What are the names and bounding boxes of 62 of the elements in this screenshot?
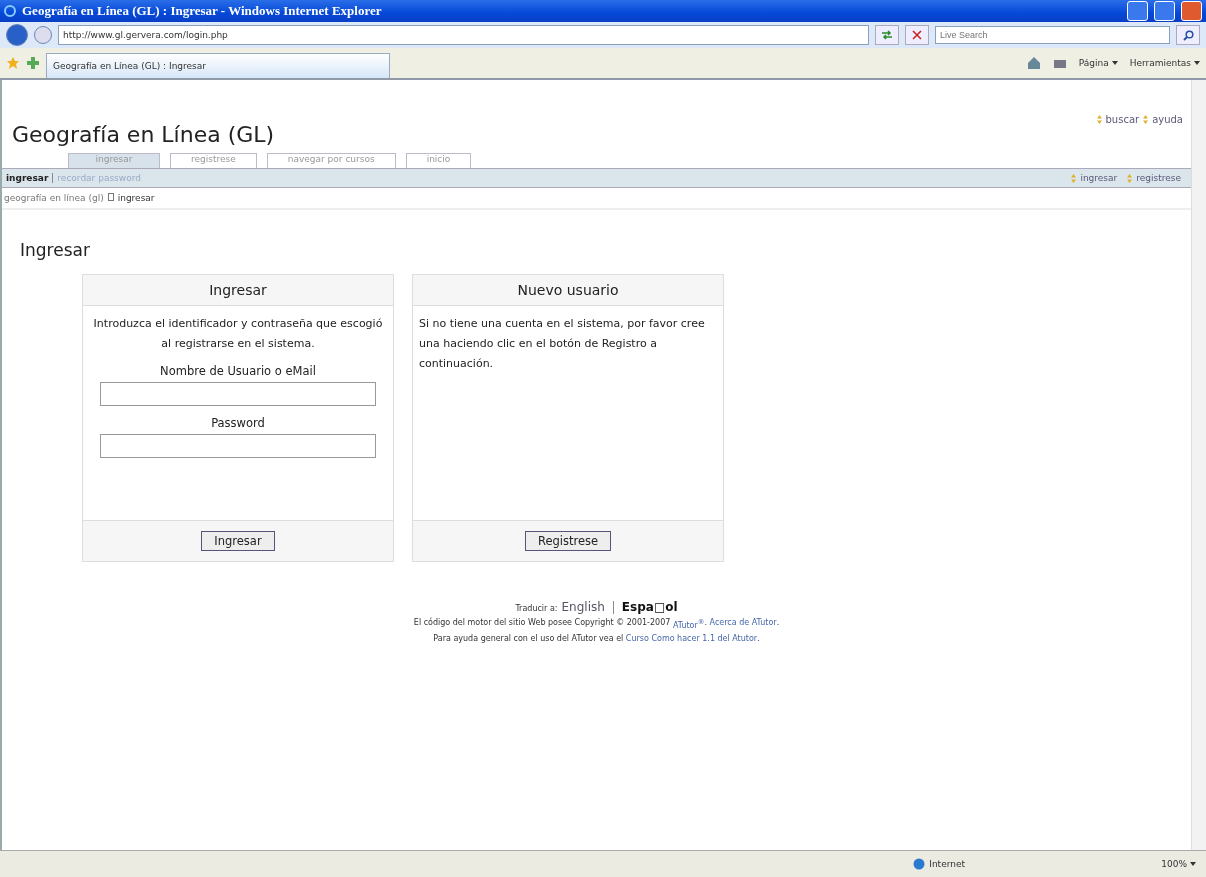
- caret-icon: [1111, 61, 1118, 65]
- language-link[interactable]: English: [561, 600, 605, 614]
- footer-text: .: [757, 633, 760, 643]
- subnav-link[interactable]: registrese: [1136, 173, 1181, 183]
- search-icon: [1182, 29, 1194, 41]
- separator-icon: [107, 193, 114, 201]
- arrow-icon: [1127, 173, 1133, 183]
- plus-icon[interactable]: [26, 56, 40, 70]
- globe-icon: [913, 858, 926, 870]
- breadcrumb-link[interactable]: geografía en línea (gl): [4, 193, 104, 203]
- login-instructions: Introduzca el identificador y contraseña que escogió al registrarse en el sistema.: [92, 316, 384, 352]
- arrow-icon: [1071, 173, 1077, 183]
- panel-title: Nuevo usuario: [413, 275, 723, 306]
- site-title: Geografía en Línea (GL): [12, 122, 275, 147]
- arrow-icon: [1143, 115, 1149, 124]
- login-button[interactable]: Ingresar: [201, 531, 275, 551]
- search-button[interactable]: [1176, 25, 1200, 45]
- subnav-link[interactable]: ingresar: [1080, 173, 1118, 183]
- caret-icon: [1194, 61, 1200, 65]
- footer-text: .: [704, 618, 708, 629]
- header-link[interactable]: buscar: [1105, 114, 1140, 125]
- page-heading: Ingresar: [20, 240, 91, 260]
- back-button[interactable]: [6, 24, 28, 46]
- close-button[interactable]: [1181, 1, 1202, 21]
- refresh-button[interactable]: [875, 25, 899, 45]
- window-title: Geografía en Línea (GL) : Ingresar - Windows Internet Explorer: [22, 3, 383, 19]
- footer-text: El código del motor del sitio Web posee Copyright © 2001-2007: [413, 618, 672, 629]
- zoom-level[interactable]: 100%: [1161, 859, 1196, 869]
- input-field[interactable]: [100, 382, 376, 406]
- home-icon[interactable]: [1026, 56, 1041, 70]
- search-field[interactable]: Live Search: [935, 26, 1170, 44]
- translate-label: Traducir a:: [515, 604, 558, 613]
- footer-text: Para ayuda general con el uso del ATutor vea el: [433, 633, 625, 643]
- footer-text: .: [776, 618, 780, 629]
- input-field[interactable]: [100, 434, 376, 458]
- close-icon: [912, 30, 922, 40]
- restore-button[interactable]: [1154, 1, 1175, 21]
- footer-link[interactable]: Acerca de ATutor: [709, 618, 777, 630]
- subnav-link[interactable]: ingresar: [6, 173, 49, 183]
- star-icon[interactable]: [6, 56, 20, 70]
- language-link[interactable]: Espa□ol: [621, 600, 678, 614]
- register-instructions: Si no tiene una cuenta en el sistema, por favor cree una haciendo clic en el botón de Registro a continuación.: [419, 316, 706, 372]
- arrow-icon: [1096, 115, 1102, 124]
- caret-icon: [1190, 862, 1196, 866]
- register-button[interactable]: Registrese: [524, 531, 612, 551]
- footer-link[interactable]: Curso Como hacer 1.1 del Atutor: [625, 633, 758, 643]
- forward-button[interactable]: [34, 26, 52, 44]
- header-link[interactable]: ayuda: [1152, 114, 1183, 125]
- stop-button[interactable]: [905, 25, 929, 45]
- browser-tab[interactable]: Geografía en Línea (GL) : Ingresar: [46, 53, 390, 78]
- footer-link[interactable]: ATutor$^{®}$: [672, 618, 705, 630]
- printer-icon[interactable]: [1052, 57, 1067, 69]
- menu-button[interactable]: Página: [1078, 58, 1118, 68]
- browser-logo-icon: [4, 5, 16, 17]
- field-label: Nombre de Usuario o eMail: [160, 363, 316, 380]
- field-label: Password: [211, 415, 265, 432]
- zone-label: Internet: [929, 859, 965, 869]
- address-field[interactable]: http://www.gl.gervera.com/login.php: [58, 25, 869, 45]
- panel-title: Ingresar: [83, 275, 393, 306]
- minimize-button[interactable]: [1127, 1, 1148, 21]
- refresh-icon: [881, 30, 893, 40]
- menu-button[interactable]: Herramientas: [1129, 58, 1200, 68]
